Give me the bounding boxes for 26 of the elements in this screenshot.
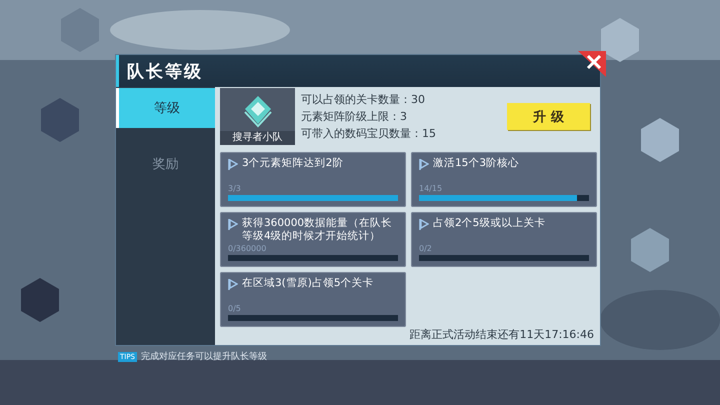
flag-icon	[228, 159, 238, 170]
stat-text: 元素矩阵阶级上限：3	[301, 110, 408, 124]
stat-text: 可带入的数码宝贝数量：15	[301, 126, 437, 140]
dialog-title: 队长等级	[127, 60, 203, 82]
close-button[interactable]	[578, 51, 606, 77]
flag-icon	[419, 219, 429, 230]
task-text: 占领2个5级或以上关卡	[433, 217, 546, 230]
progress-text: 0/5	[228, 304, 241, 314]
stat-text: 可以占领的关卡数量：30	[301, 92, 426, 106]
tab[interactable]: 奖励	[116, 144, 215, 184]
task-text: 获得360000数据能量（在队长等级4级的时候才开始统计）	[242, 217, 394, 243]
countdown-text: 距离正式活动结束还有11天17:16:46	[410, 327, 594, 342]
rank-name: 搜寻者小队	[220, 131, 295, 145]
flag-icon	[419, 159, 429, 170]
upgrade-button[interactable]: 升 级	[507, 103, 590, 130]
flag-icon	[228, 219, 238, 230]
progress-text: 3/3	[228, 184, 241, 194]
progress-text: 0/2	[419, 244, 432, 254]
task-text: 激活15个3阶核心	[433, 157, 520, 170]
flag-icon	[228, 279, 238, 290]
tab[interactable]: 等级	[116, 88, 215, 128]
task-text: 3个元素矩阵达到2阶	[242, 157, 344, 170]
task-text: 在区域3(雪原)占领5个关卡	[242, 277, 374, 290]
progress-text: 14/15	[419, 184, 442, 194]
tips-text: 完成对应任务可以提升队长等级	[141, 350, 268, 363]
progress-text: 0/360000	[228, 244, 266, 254]
